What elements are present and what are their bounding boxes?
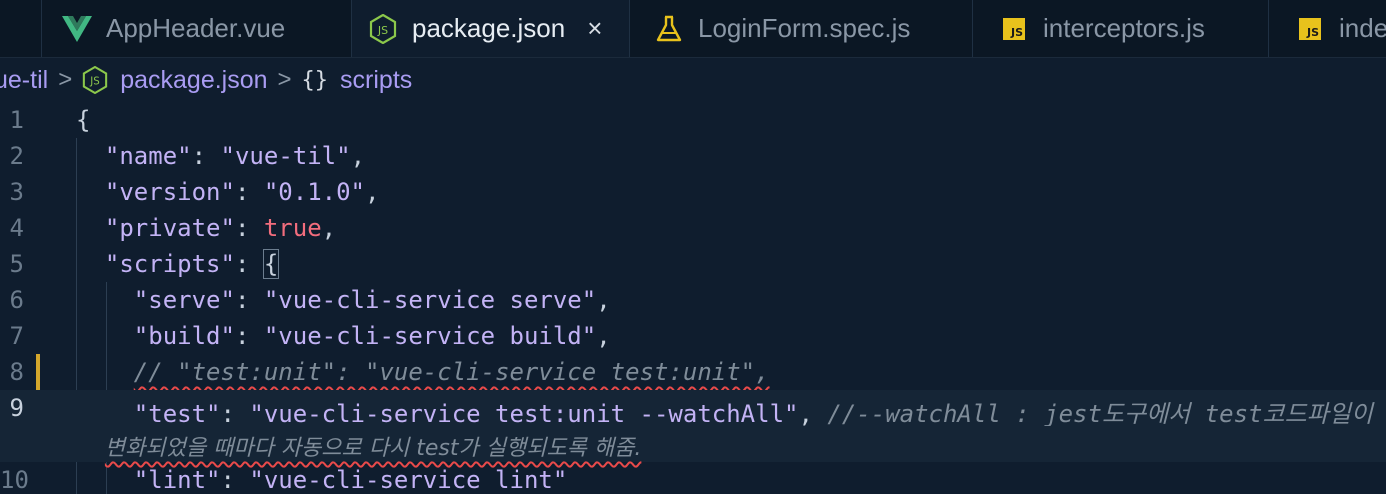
line-number: 5 xyxy=(9,250,24,278)
json-value: "vue-cli-service lint" xyxy=(249,466,568,494)
code-line[interactable]: 8 // "test:unit": "vue-cli-service test:… xyxy=(0,354,1386,390)
js-icon: JS xyxy=(1295,14,1325,44)
code-comment: //--watchAll : jest도구에서 test코드파일이 xyxy=(827,400,1373,428)
code-line[interactable]: 10 "lint": "vue-cli-service lint" xyxy=(0,462,1386,494)
json-key: "build" xyxy=(133,322,235,350)
json-key: "scripts" xyxy=(104,250,235,278)
code-line[interactable]: 3 "version": "0.1.0", xyxy=(0,174,1386,210)
line-number: 3 xyxy=(9,178,24,206)
tab-label: package.json xyxy=(412,13,566,43)
line-number: 6 xyxy=(9,286,24,314)
brace: { xyxy=(76,106,91,134)
json-value: "vue-cli-service build" xyxy=(263,322,597,350)
code-line[interactable]: 5 "scripts": { xyxy=(0,246,1386,282)
svg-text:JS: JS xyxy=(89,77,100,88)
chevron-right-icon: > xyxy=(58,66,73,93)
breadcrumb-file[interactable]: package.json xyxy=(120,66,267,95)
tab-loginform-spec-js[interactable]: LoginForm.spec.js xyxy=(630,0,973,57)
tab-label: AppHeader.vue xyxy=(106,13,286,43)
code-line[interactable]: 7 "build": "vue-cli-service build", xyxy=(0,318,1386,354)
close-icon[interactable]: × xyxy=(587,13,602,44)
vue-icon xyxy=(62,14,92,44)
json-key: "name" xyxy=(104,142,192,170)
json-value: "0.1.0" xyxy=(263,178,366,206)
js-icon: JS xyxy=(999,14,1029,44)
json-value: "vue-cli-service test:unit --watchAll" xyxy=(249,400,799,428)
line-number: 9 xyxy=(9,394,24,422)
tab-index-js[interactable]: JS inde xyxy=(1269,0,1386,57)
tab-label: LoginForm.spec.js xyxy=(698,13,911,43)
json-value: "vue-cli-service serve" xyxy=(263,286,597,314)
flask-icon xyxy=(654,14,684,44)
line-number: 4 xyxy=(9,214,24,242)
json-value: "vue-til" xyxy=(220,142,351,170)
code-line[interactable]: 2 "name": "vue-til", xyxy=(0,138,1386,174)
editor-tab-bar: AppHeader.vue JS package.json × LoginFor… xyxy=(0,0,1386,58)
line-number: 1 xyxy=(9,106,24,134)
json-key: "serve" xyxy=(133,286,235,314)
chevron-right-icon: > xyxy=(277,66,292,93)
json-key: "lint" xyxy=(133,466,221,494)
code-editor[interactable]: 1 { 2 "name": "vue-til", 3 "version": "0… xyxy=(0,102,1386,494)
nodejs-icon: JS xyxy=(368,13,398,44)
code-line-wrapped[interactable]: 변화되었을 때마다 자동으로 다시 test가 실행되도록 해줌. xyxy=(0,426,1386,462)
line-number: 8 xyxy=(9,358,24,386)
code-line[interactable]: 6 "serve": "vue-cli-service serve", xyxy=(0,282,1386,318)
line-number: 7 xyxy=(9,322,24,350)
tab-package-json[interactable]: JS package.json × xyxy=(352,0,630,57)
nodejs-icon: JS xyxy=(82,66,108,94)
tab-appheader-vue[interactable]: AppHeader.vue xyxy=(42,0,352,57)
json-key: "version" xyxy=(104,178,235,206)
code-comment: 변화되었을 때마다 자동으로 다시 test가 실행되도록 해줌. xyxy=(104,436,642,461)
line-number: 10 xyxy=(0,466,29,494)
code-comment: // "test:unit": "vue-cli-service test:un… xyxy=(133,358,770,386)
json-key: "test" xyxy=(133,400,221,428)
json-boolean: true xyxy=(263,214,322,242)
code-line[interactable]: 1 { xyxy=(0,102,1386,138)
breadcrumb: ue-til > JS package.json > {} scripts xyxy=(0,58,1386,102)
breadcrumb-symbol[interactable]: scripts xyxy=(340,66,412,95)
line-number: 2 xyxy=(9,142,24,170)
svg-text:JS: JS xyxy=(377,24,388,37)
tab-interceptors-js[interactable]: JS interceptors.js xyxy=(973,0,1269,57)
breadcrumb-project[interactable]: ue-til xyxy=(0,66,48,95)
tab-overflow-edge xyxy=(0,0,42,57)
code-line[interactable]: 4 "private": true, xyxy=(0,210,1386,246)
matched-bracket: { xyxy=(262,249,280,279)
code-line-current[interactable]: 9 "test": "vue-cli-service test:unit --w… xyxy=(0,390,1386,428)
object-icon: {} xyxy=(301,67,329,93)
tab-label: interceptors.js xyxy=(1043,13,1205,43)
tab-label: inde xyxy=(1339,13,1386,43)
json-key: "private" xyxy=(104,214,235,242)
